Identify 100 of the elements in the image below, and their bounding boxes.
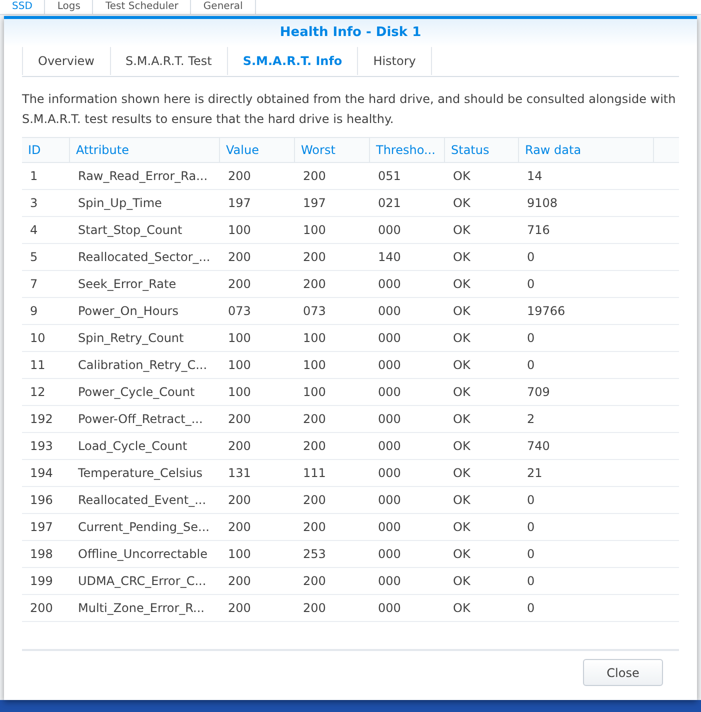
table-cell-text: 100 — [227, 330, 252, 346]
table-cell-text: Offline_Uncorrectable — [77, 546, 208, 563]
table-cell-text: 196 — [29, 492, 54, 508]
table-row[interactable]: 192 Power-Off_Retract_... 200 200 000 OK 2 — [22, 406, 679, 432]
table-cell-text: 1 — [29, 168, 39, 184]
table-cell-text: 100 — [227, 384, 252, 400]
background-tab[interactable]: SSD — [0, 0, 46, 14]
table-row[interactable]: 4 Start_Stop_Count 100 100 000 OK 716 — [22, 216, 679, 244]
table-cell-text: Load_Cycle_Count — [77, 438, 188, 455]
table-cell-text: Power_Cycle_Count — [77, 384, 196, 401]
close-button[interactable]: Close — [583, 659, 663, 686]
table-row[interactable]: 3 Spin_Up_Time 197 197 021 OK 9108 — [22, 190, 679, 216]
table-cell-text: 10 — [29, 330, 46, 346]
table-cell-text: 7 — [29, 276, 39, 292]
table-cell-text: 194 — [29, 464, 54, 482]
table-cell-text: 140 — [377, 248, 402, 266]
table-row[interactable]: 12 Power_Cycle_Count 100 100 000 OK 709 — [22, 378, 679, 406]
table-cell-text: OK — [452, 464, 472, 482]
table-row[interactable]: 7 Seek_Error_Rate 200 200 000 OK 0 — [22, 270, 679, 298]
table-cell-text: 192 — [29, 410, 54, 428]
table-row[interactable]: 193 Load_Cycle_Count 200 200 000 OK 740 — [22, 432, 679, 460]
table-cell-text: Current_Pending_Se... — [77, 518, 210, 536]
table-cell-text: Start_Stop_Count — [77, 222, 184, 239]
background-tab[interactable]: General — [191, 0, 256, 14]
column-header[interactable]: Worst — [295, 138, 370, 162]
table-cell-text: OK — [452, 384, 472, 400]
table-cell-text: 000 — [377, 302, 402, 320]
table-cell-text: OK — [452, 276, 472, 292]
table-cell-text: 111 — [302, 464, 327, 482]
column-header[interactable]: Value — [220, 138, 295, 162]
column-header[interactable]: Status — [445, 138, 519, 162]
table-cell-text: 197 — [302, 194, 327, 212]
tab[interactable]: S.M.A.R.T. Test — [110, 46, 227, 74]
table-cell-text: 740 — [526, 438, 551, 454]
table-cell-text: Multi_Zone_Error_R... — [77, 600, 206, 617]
table-row[interactable]: 10 Spin_Retry_Count 100 100 000 OK 0 — [22, 324, 679, 352]
table-cell-text: 200 — [227, 572, 252, 590]
table-row[interactable]: 194 Temperature_Celsius 131 111 000 OK 21 — [22, 460, 679, 486]
table-row[interactable]: 11 Calibration_Retry_C... 100 100 000 OK 0 — [22, 352, 679, 378]
background-tab[interactable]: Test Scheduler — [93, 0, 192, 14]
table-cell-text: 200 — [227, 276, 252, 292]
column-header[interactable]: Raw data — [519, 138, 654, 162]
column-header[interactable]: Thresho... — [370, 138, 445, 162]
table-cell-text: OK — [452, 572, 472, 590]
tab[interactable]: History — [357, 46, 432, 74]
table-cell-text: 200 — [227, 168, 252, 184]
table-cell-text: 197 — [227, 194, 252, 212]
table-cell-text: OK — [452, 222, 472, 238]
table-cell-text: 000 — [377, 276, 402, 292]
table-row[interactable]: 197 Current_Pending_Se... 200 200 000 OK 0 — [22, 514, 679, 540]
table-cell-text: 716 — [526, 222, 551, 238]
table-cell-text: OK — [452, 330, 472, 346]
table-cell-text: 200 — [227, 248, 252, 266]
table-cell-text: OK — [452, 600, 472, 616]
table-cell-text: 100 — [302, 330, 327, 346]
table-row[interactable]: 198 Offline_Uncorrectable 100 253 000 OK 0 — [22, 540, 679, 568]
table-cell-text: 051 — [377, 168, 402, 184]
column-header[interactable]: ID — [22, 138, 70, 162]
table-cell-text: 200 — [302, 248, 327, 266]
tab[interactable]: Overview — [22, 46, 110, 74]
table-cell-text: 100 — [302, 222, 327, 238]
table-cell-text: 21 — [526, 464, 544, 482]
table-cell-text: 200 — [302, 572, 327, 590]
table-cell-text: 0 — [526, 492, 536, 508]
table-cell-text: 000 — [377, 492, 402, 508]
table-row[interactable]: 196 Reallocated_Event_... 200 200 000 OK 0 — [22, 486, 679, 514]
table-row[interactable]: 199 UDMA_CRC_Error_C... 200 200 000 OK 0 — [22, 568, 679, 594]
table-cell-text: Seek_Error_Rate — [77, 276, 178, 293]
table-cell-text: 100 — [227, 546, 252, 562]
table-cell-text: 000 — [377, 384, 402, 400]
table-cell-text: 000 — [377, 518, 402, 536]
table-cell-text: 14 — [526, 168, 544, 184]
table-cell-text: 198 — [29, 546, 54, 562]
background-tab[interactable]: Logs — [45, 0, 94, 14]
table-cell-text: 021 — [377, 194, 402, 212]
table-cell-text: 200 — [302, 600, 327, 616]
table-cell-text: 0 — [526, 276, 536, 292]
tab[interactable]: S.M.A.R.T. Info — [226, 46, 358, 74]
table-cell-text: Power-Off_Retract_... — [77, 410, 204, 428]
table-row[interactable]: 5 Reallocated_Sector_... 200 200 140 OK 0 — [22, 244, 679, 270]
table-cell-text: 200 — [227, 600, 252, 616]
table-cell-text: 073 — [227, 302, 252, 320]
table-cell-text: 200 — [227, 492, 252, 508]
description-text: The information shown here is directly obtained from the hard drive, and should be consulted alongside with S.M.A.R.T. test results to ensure that the hard drive is healthy. — [22, 90, 677, 128]
dialog-title: Health Info - Disk 1 — [280, 24, 422, 42]
table-cell-text: 0 — [526, 546, 536, 562]
table-cell-text: 100 — [227, 222, 252, 238]
column-header[interactable]: Attribute — [70, 138, 220, 162]
table-row[interactable]: 200 Multi_Zone_Error_R... 200 200 000 OK 0 — [22, 594, 679, 622]
table-cell-text: OK — [452, 302, 472, 320]
table-cell-text: Raw_Read_Error_Ra... — [77, 168, 209, 185]
table-cell-text: 200 — [302, 168, 327, 184]
table-cell-text: 253 — [302, 546, 327, 562]
table-row[interactable]: 1 Raw_Read_Error_Ra... 200 200 051 OK 14 — [22, 162, 679, 190]
table-cell-text: Spin_Up_Time — [77, 194, 163, 212]
table-row[interactable]: 9 Power_On_Hours 073 073 000 OK 19766 — [22, 298, 679, 324]
table-cell-text: OK — [452, 492, 472, 508]
table-cell-text: 2 — [526, 410, 536, 428]
table-cell-text: 000 — [377, 410, 402, 428]
table-cell-text: UDMA_CRC_Error_C... — [77, 572, 208, 590]
